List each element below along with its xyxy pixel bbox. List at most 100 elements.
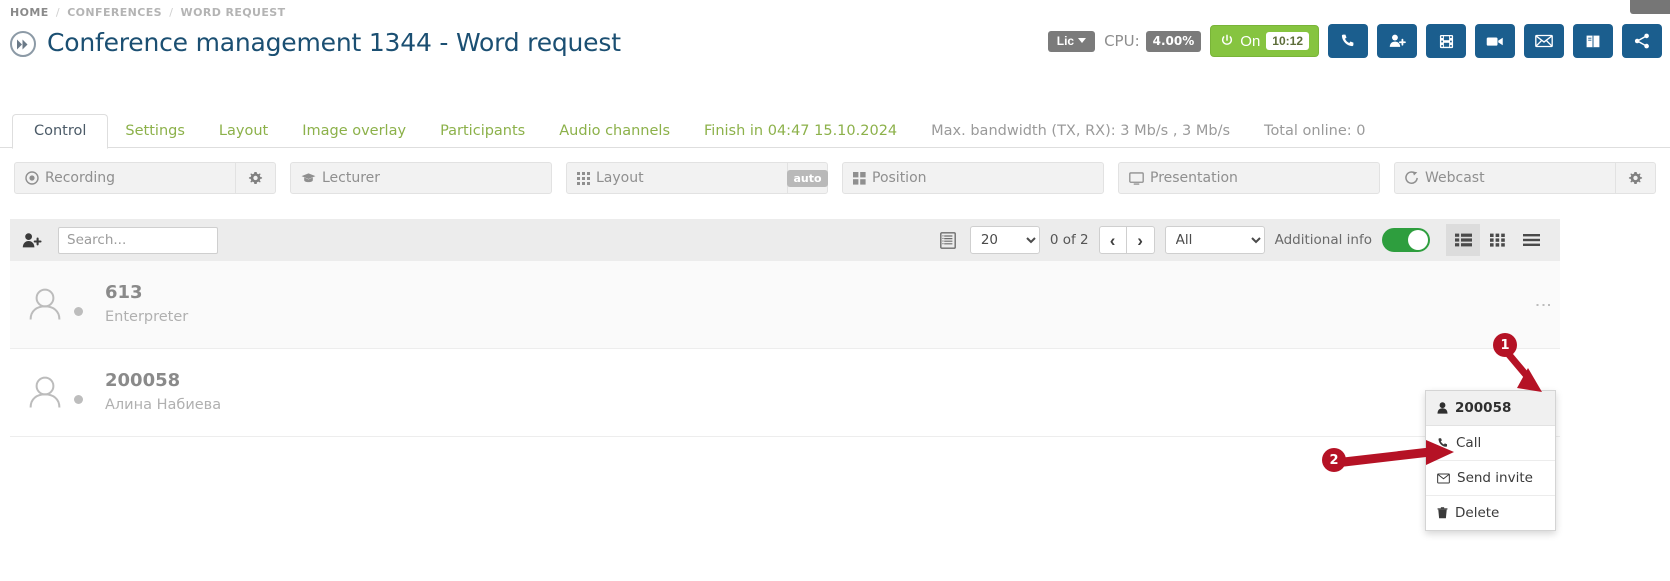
tab-image-overlay[interactable]: Image overlay — [285, 115, 423, 149]
control-lecturer[interactable]: Lecturer — [290, 162, 552, 194]
view-mode-group — [1446, 224, 1548, 256]
control-webcast-settings-button[interactable] — [1615, 163, 1655, 193]
film-icon[interactable] — [1426, 24, 1466, 58]
control-lecturer-label: Lecturer — [322, 170, 381, 186]
status-indicator — [74, 307, 83, 316]
participant-name: 613 — [105, 282, 143, 304]
row-menu-button[interactable]: ⋮ — [1534, 294, 1553, 315]
tab-participants[interactable]: Participants — [423, 115, 542, 149]
webcast-icon — [1405, 171, 1419, 185]
control-webcast-main[interactable]: Webcast — [1395, 163, 1615, 193]
total-online-info: Total online: 0 — [1264, 122, 1366, 139]
participant-info: 613 Enterpreter — [105, 282, 188, 327]
gear-icon — [248, 171, 263, 186]
tab-audio-channels[interactable]: Audio channels — [542, 115, 687, 149]
tab-settings[interactable]: Settings — [108, 115, 201, 149]
power-on-button[interactable]: On 10:12 — [1210, 25, 1319, 57]
position-squares-icon — [853, 171, 866, 185]
cpu-indicator: CPU: 4.00% — [1104, 30, 1202, 52]
control-presentation-main[interactable]: Presentation — [1119, 163, 1379, 193]
fast-forward-circle-icon — [10, 31, 36, 57]
participant-list-toolbar: 20 0 of 2 ‹ › All Additional info — [10, 219, 1560, 261]
delete-menu-item[interactable]: Delete — [1426, 496, 1555, 530]
control-layout-main[interactable]: Layout — [567, 163, 787, 193]
control-webcast[interactable]: Webcast — [1394, 162, 1656, 194]
table-row[interactable]: 613 Enterpreter ⋮ — [10, 261, 1560, 349]
control-recording-label: Recording — [45, 170, 116, 186]
toggle-knob — [1408, 230, 1428, 250]
next-page-button[interactable]: › — [1126, 226, 1155, 254]
session-timer: 10:12 — [1266, 32, 1309, 50]
tab-bar: Control Settings Layout Image overlay Pa… — [0, 112, 1670, 149]
tab-finish-time[interactable]: Finish in 04:47 15.10.2024 — [687, 115, 914, 149]
page-title: Conference management 1344 - Word reques… — [47, 28, 621, 57]
columns-icon[interactable] — [939, 231, 956, 249]
rows-view-icon[interactable] — [1514, 224, 1548, 256]
additional-info-label: Additional info — [1274, 232, 1372, 248]
cpu-label: CPU: — [1104, 32, 1140, 50]
control-presentation[interactable]: Presentation — [1118, 162, 1380, 194]
control-lecturer-main[interactable]: Lecturer — [291, 163, 551, 193]
call-menu-item[interactable]: Call — [1426, 426, 1555, 461]
video-camera-icon[interactable] — [1475, 24, 1515, 58]
send-invite-menu-item[interactable]: Send invite — [1426, 461, 1555, 496]
control-recording-main[interactable]: Recording — [15, 163, 235, 193]
license-label: Lic — [1056, 33, 1075, 48]
envelope-icon[interactable] — [1524, 24, 1564, 58]
browser-chrome-nub — [1630, 0, 1670, 14]
pagination-group: 20 0 of 2 ‹ › All Additional info — [939, 224, 1548, 256]
tab-layout[interactable]: Layout — [202, 115, 285, 149]
table-row[interactable]: 200058 Алина Набиева ⋮ — [10, 349, 1560, 437]
phone-icon — [1437, 437, 1449, 449]
control-recording-settings-button[interactable] — [235, 163, 275, 193]
graduation-cap-icon — [301, 172, 316, 184]
license-dropdown-button[interactable]: Lic — [1047, 30, 1096, 52]
power-label: On — [1240, 32, 1261, 50]
breadcrumb: HOME / CONFERENCES / WORD REQUEST — [10, 6, 285, 19]
filter-select[interactable]: All — [1164, 226, 1265, 254]
top-toolbar: Lic CPU: 4.00% On 10:12 — [1047, 24, 1662, 58]
avatar — [22, 282, 68, 328]
chevron-down-icon — [1078, 38, 1087, 43]
cpu-value: 4.00% — [1145, 30, 1202, 52]
send-invite-menu-label: Send invite — [1457, 470, 1533, 486]
tab-list: Control Settings Layout Image overlay Pa… — [0, 112, 1670, 149]
participant-list: 613 Enterpreter ⋮ 200058 Алина Набиева ⋮ — [10, 261, 1560, 437]
page-count-label: 0 of 2 — [1049, 232, 1089, 248]
avatar — [22, 370, 68, 416]
control-position[interactable]: Position — [842, 162, 1104, 194]
grid-view-icon[interactable] — [1480, 224, 1514, 256]
breadcrumb-separator: / — [55, 6, 60, 19]
annotation-badge-1: 1 — [1493, 333, 1517, 357]
page-size-select[interactable]: 20 — [969, 226, 1040, 254]
control-layout-auto-badge[interactable]: auto — [787, 163, 828, 193]
participant-description: Алина Набиева — [105, 396, 222, 413]
breadcrumb-item-conferences[interactable]: CONFERENCES — [67, 6, 162, 19]
participant-info: 200058 Алина Набиева — [105, 370, 221, 415]
control-layout[interactable]: Layout auto — [566, 162, 828, 194]
status-indicator — [74, 395, 83, 404]
control-recording[interactable]: Recording — [14, 162, 276, 194]
monitor-icon — [1129, 171, 1144, 185]
participant-description: Enterpreter — [105, 308, 189, 325]
power-icon — [1222, 34, 1233, 45]
breadcrumb-item-home[interactable]: HOME — [10, 6, 49, 19]
share-icon[interactable] — [1622, 24, 1662, 58]
grid-icon — [577, 171, 590, 185]
auto-badge: auto — [787, 169, 828, 187]
additional-info-toggle[interactable] — [1382, 228, 1430, 252]
phone-icon[interactable] — [1328, 24, 1368, 58]
add-user-icon[interactable] — [22, 232, 42, 249]
control-presentation-label: Presentation — [1150, 170, 1238, 186]
list-view-icon[interactable] — [1446, 224, 1480, 256]
pagination-nav: ‹ › — [1098, 226, 1155, 254]
add-user-icon[interactable] — [1377, 24, 1417, 58]
search-input[interactable] — [58, 226, 218, 254]
prev-page-button[interactable]: ‹ — [1098, 226, 1127, 254]
record-circle-icon — [25, 171, 39, 185]
control-position-main[interactable]: Position — [843, 163, 1103, 193]
envelope-icon — [1437, 473, 1450, 484]
context-menu-header: 200058 — [1426, 391, 1555, 426]
tab-control[interactable]: Control — [12, 113, 109, 149]
book-icon[interactable] — [1573, 24, 1613, 58]
